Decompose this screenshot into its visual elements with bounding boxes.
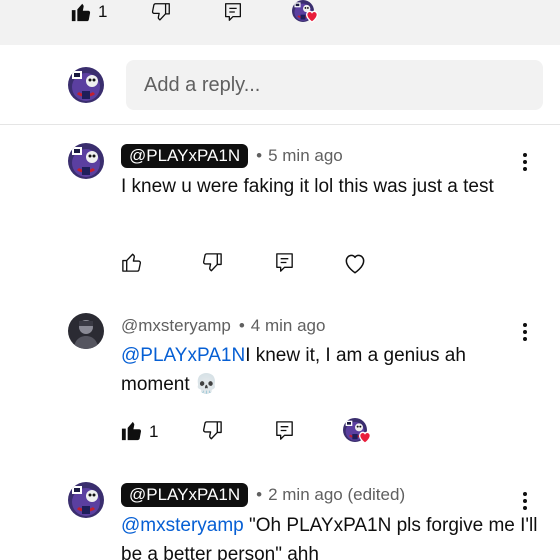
timestamp: 2 min ago (edited) [268, 485, 406, 504]
like-count: 1 [98, 2, 108, 21]
author-handle[interactable]: @mxsteryamp [121, 316, 231, 336]
comment-text: @mxsteryamp "Oh PLAYxPA1N pls forgive me… [121, 511, 541, 560]
reply-input[interactable]: Add a reply... [126, 60, 543, 110]
thumb-up-outline-icon[interactable] [120, 251, 143, 274]
reply-icon[interactable] [273, 251, 296, 274]
comment-text: I knew u were faking it lol this was jus… [121, 176, 494, 197]
comment-text: @PLAYxPA1NI knew it, I am a genius ah mo… [121, 341, 521, 399]
comment-header: @PLAYxPA1N • 2 min ago (edited) [121, 482, 405, 508]
creator-heart-icon[interactable] [304, 8, 320, 24]
thumb-down-icon[interactable] [201, 419, 224, 442]
author-chip[interactable]: @PLAYxPA1N [121, 144, 249, 168]
separator: • [256, 485, 263, 504]
more-vert-icon[interactable] [520, 490, 530, 510]
heart-outline-icon[interactable] [342, 250, 368, 276]
avatar [68, 143, 104, 179]
more-vert-icon[interactable] [520, 151, 530, 171]
more-vert-icon[interactable] [520, 321, 530, 341]
thumb-up-filled-icon[interactable] [70, 1, 92, 23]
thumb-down-icon[interactable] [150, 1, 172, 23]
avatar [68, 313, 104, 349]
comment-header: @mxsteryamp • 4 min ago [121, 313, 325, 339]
avatar [68, 482, 104, 518]
parent-comment-actions: 1 [0, 0, 560, 45]
author-chip[interactable]: @PLAYxPA1N [121, 483, 249, 507]
comment-header: @PLAYxPA1N • 5 min ago [121, 143, 343, 169]
thumb-down-icon[interactable] [201, 251, 224, 274]
user-avatar [68, 67, 104, 103]
mention-link[interactable]: @PLAYxPA1N [121, 345, 245, 366]
like-count: 1 [149, 422, 159, 441]
mention-link[interactable]: @mxsteryamp [121, 515, 244, 536]
creator-heart-icon[interactable] [357, 429, 373, 445]
reply-icon[interactable] [273, 419, 296, 442]
timestamp: 4 min ago [250, 316, 326, 335]
thumb-up-filled-icon[interactable] [120, 419, 143, 442]
timestamp: 5 min ago [268, 146, 343, 165]
separator: • [256, 146, 263, 165]
reply-icon[interactable] [222, 1, 244, 23]
separator: • [238, 316, 245, 335]
